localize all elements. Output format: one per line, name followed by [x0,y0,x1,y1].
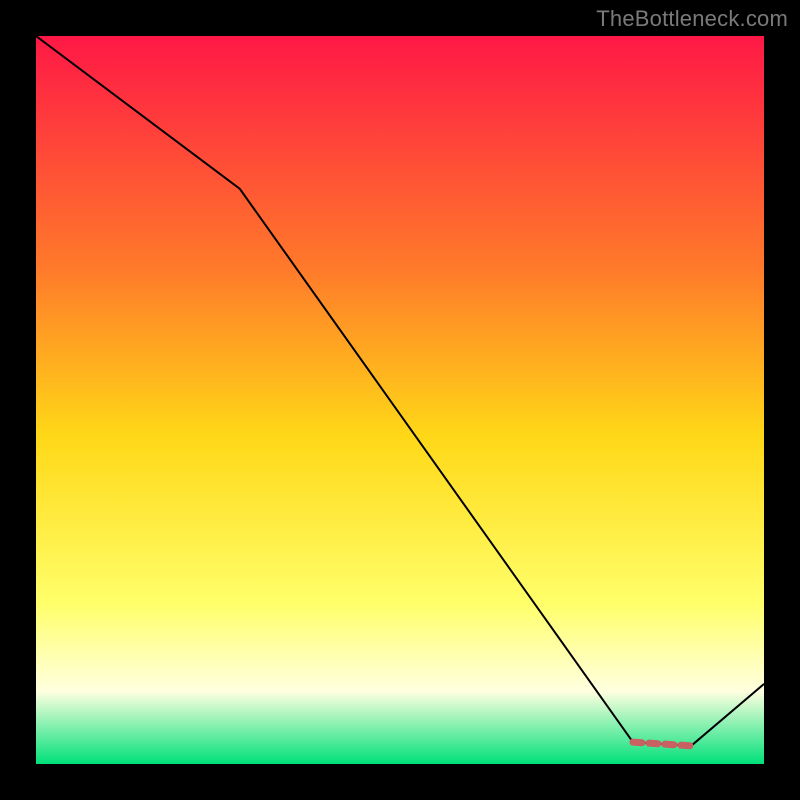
gradient-background [36,36,764,764]
plot-area [36,36,764,764]
chart-frame: TheBottleneck.com [0,0,800,800]
watermark-text: TheBottleneck.com [596,6,788,32]
highlight-dash-segment [633,742,691,746]
chart-svg [36,36,764,764]
